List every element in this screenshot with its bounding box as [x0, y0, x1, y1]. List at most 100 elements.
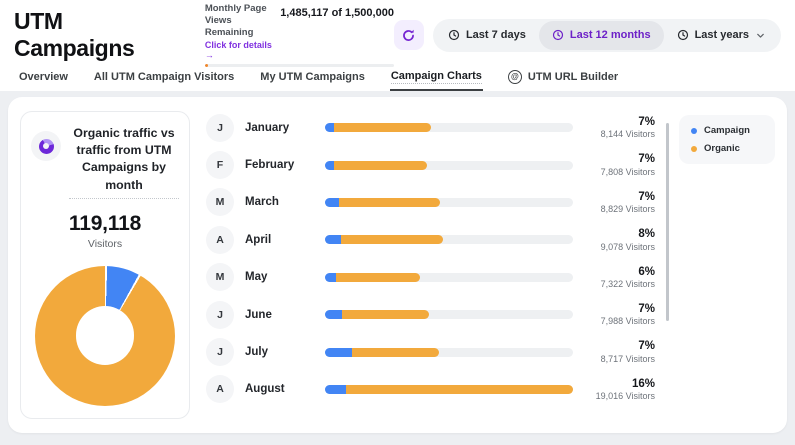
- tab-my-utm-campaigns[interactable]: My UTM Campaigns: [259, 62, 366, 91]
- pie-chart-icon: [31, 131, 61, 161]
- bar-fill: [325, 198, 440, 207]
- clock-icon: [552, 29, 564, 41]
- tab-label: All UTM Campaign Visitors: [94, 71, 234, 83]
- page-views-block: Monthly Page Views Remaining Click for d…: [205, 3, 394, 67]
- month-label: July: [245, 346, 325, 358]
- month-row: A April 8% 9,078 Visitors: [206, 221, 655, 258]
- month-badge: M: [206, 188, 234, 216]
- donut-summary-card: Organic traffic vs traffic from UTM Camp…: [20, 111, 190, 419]
- rows-scrollbar[interactable]: [666, 123, 669, 321]
- bar-campaign-segment: [325, 235, 341, 244]
- visitors-label: 19,016 Visitors: [583, 391, 655, 401]
- tab-bar: Overview All UTM Campaign Visitors My UT…: [0, 62, 795, 91]
- bar-fill: [325, 348, 439, 357]
- clock-icon: [677, 29, 689, 41]
- bar-fill: [325, 310, 429, 319]
- bar-organic-segment: [352, 348, 438, 357]
- month-label: April: [245, 234, 325, 246]
- tab-label: UTM URL Builder: [528, 71, 618, 83]
- bar-fill: [325, 161, 427, 170]
- month-row: F February 7% 7,808 Visitors: [206, 146, 655, 183]
- legend-label: Campaign: [704, 125, 750, 136]
- donut-hole: [76, 306, 135, 365]
- content-area: Organic traffic vs traffic from UTM Camp…: [0, 91, 795, 445]
- bar-organic-segment: [334, 123, 431, 132]
- campaign-charts-card: Organic traffic vs traffic from UTM Camp…: [8, 97, 787, 433]
- app-header: UTM Campaigns Monthly Page Views Remaini…: [0, 0, 795, 62]
- month-row: M March 7% 8,829 Visitors: [206, 184, 655, 221]
- chart-legend: Campaign Organic: [679, 115, 775, 164]
- clock-icon: [448, 29, 460, 41]
- bar-campaign-segment: [325, 385, 346, 394]
- month-row: J June 7% 7,988 Visitors: [206, 296, 655, 333]
- visitors-label: 7,988 Visitors: [583, 316, 655, 326]
- range-last-years[interactable]: Last years: [664, 21, 779, 50]
- percent-label: 7%: [583, 153, 655, 165]
- donut-chart: [35, 266, 175, 406]
- bar-organic-segment: [339, 198, 440, 207]
- tab-label: My UTM Campaigns: [260, 71, 365, 83]
- percent-label: 6%: [583, 266, 655, 278]
- bar-track: [325, 161, 573, 170]
- bar-track: [325, 273, 573, 282]
- percent-label: 7%: [583, 116, 655, 128]
- month-badge: A: [206, 226, 234, 254]
- tab-all-utm-campaign-visitors[interactable]: All UTM Campaign Visitors: [93, 62, 235, 91]
- visitors-label: 8,717 Visitors: [583, 354, 655, 364]
- bar-track: [325, 385, 573, 394]
- visitors-label: 8,829 Visitors: [583, 204, 655, 214]
- legend-item-organic[interactable]: Organic: [691, 143, 763, 154]
- month-label: March: [245, 196, 325, 208]
- range-button-label: Last 7 days: [466, 29, 526, 41]
- bar-track: [325, 348, 573, 357]
- refresh-icon: [401, 28, 416, 43]
- percent-label: 7%: [583, 340, 655, 352]
- visitors-label: 8,144 Visitors: [583, 129, 655, 139]
- percent-label: 8%: [583, 228, 655, 240]
- month-badge: J: [206, 338, 234, 366]
- bar-organic-segment: [336, 273, 420, 282]
- bar-fill: [325, 385, 573, 394]
- bar-organic-segment: [334, 161, 427, 170]
- tab-label: Overview: [19, 71, 68, 83]
- bar-campaign-segment: [325, 273, 336, 282]
- page-views-value: 1,485,117 of 1,500,000: [280, 7, 394, 19]
- legend-item-campaign[interactable]: Campaign: [691, 125, 763, 136]
- bar-track: [325, 310, 573, 319]
- tab-overview[interactable]: Overview: [18, 62, 69, 91]
- tab-campaign-charts[interactable]: Campaign Charts: [390, 62, 483, 91]
- bar-organic-segment: [341, 235, 443, 244]
- legend-dot: [691, 128, 697, 134]
- bar-organic-segment: [342, 310, 429, 319]
- bar-fill: [325, 273, 420, 282]
- legend-label: Organic: [704, 143, 740, 154]
- bar-campaign-segment: [325, 198, 339, 207]
- range-last-12-months[interactable]: Last 12 months: [539, 21, 664, 50]
- percent-label: 7%: [583, 191, 655, 203]
- range-last-7-days[interactable]: Last 7 days: [435, 21, 539, 50]
- month-rows: J January 7% 8,144 Visitors F February 7…: [190, 107, 669, 423]
- date-range-group: Last 7 days Last 12 months Last years: [433, 19, 781, 52]
- refresh-button[interactable]: [394, 20, 424, 50]
- tab-utm-url-builder[interactable]: @ UTM URL Builder: [507, 62, 619, 91]
- donut-chart-title: Organic traffic vs traffic from UTM Camp…: [69, 125, 179, 199]
- header-controls: Last 7 days Last 12 months Last years: [394, 19, 781, 52]
- month-badge: M: [206, 263, 234, 291]
- bar-track: [325, 235, 573, 244]
- month-badge: F: [206, 151, 234, 179]
- percent-label: 16%: [583, 378, 655, 390]
- bar-fill: [325, 235, 443, 244]
- month-label: August: [245, 383, 325, 395]
- month-label: January: [245, 122, 325, 134]
- page-title: UTM Campaigns: [14, 8, 183, 62]
- bar-track: [325, 198, 573, 207]
- visitors-label: 9,078 Visitors: [583, 242, 655, 252]
- bar-fill: [325, 123, 431, 132]
- at-sign-icon: @: [508, 70, 522, 84]
- month-badge: J: [206, 301, 234, 329]
- month-row: A August 16% 19,016 Visitors: [206, 371, 655, 408]
- bar-campaign-segment: [325, 123, 334, 132]
- page-views-details-link[interactable]: Click for details →: [205, 40, 272, 60]
- tab-label: Campaign Charts: [391, 70, 482, 84]
- month-label: May: [245, 271, 325, 283]
